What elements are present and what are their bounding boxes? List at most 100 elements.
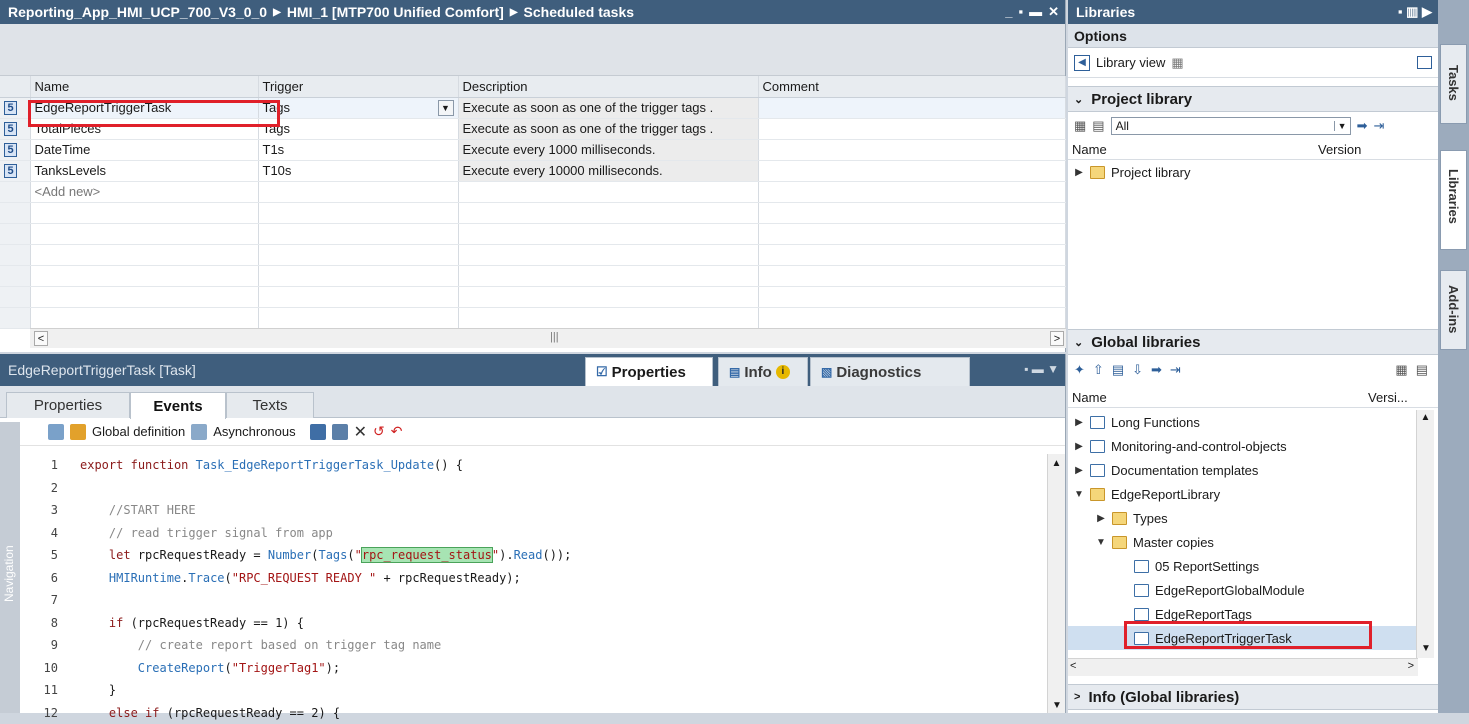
tree-vertical-scrollbar[interactable]: ▲ ▼ [1416, 410, 1434, 658]
expand-icon[interactable]: ▶ [1096, 513, 1106, 524]
side-tab-tasks[interactable]: Tasks [1440, 44, 1467, 124]
code-line[interactable]: 11 } [40, 679, 1030, 702]
code-text[interactable]: } [80, 683, 116, 697]
expand-icon[interactable]: ▼ [1096, 537, 1106, 548]
library-properties-icon[interactable]: ▦ [1074, 118, 1086, 134]
subtab-events[interactable]: Events [130, 392, 226, 419]
scroll-right-icon[interactable]: > [1050, 331, 1064, 346]
scroll-up-icon[interactable]: ▲ [1417, 410, 1434, 423]
close-icon[interactable]: ✕ [1048, 4, 1059, 20]
library-properties-icon[interactable]: ▦ [1395, 362, 1407, 378]
breakpoint-icon[interactable]: ↺ [373, 423, 385, 440]
tree-item[interactable]: ▶Types [1068, 506, 1418, 530]
expand-icon[interactable]: ▶ [1074, 465, 1084, 476]
code-text[interactable]: // read trigger signal from app [80, 526, 333, 540]
navigation-strip[interactable]: Navigation [0, 422, 20, 713]
code-text[interactable]: export function Task_EdgeReportTriggerTa… [80, 458, 463, 472]
open-window-icon[interactable] [1417, 56, 1432, 69]
import-icon[interactable] [48, 424, 64, 440]
row-header[interactable]: 5 [0, 97, 30, 118]
tree-item[interactable]: ▶Long Functions [1068, 410, 1418, 434]
filter-select[interactable]: All ▼ [1111, 117, 1351, 135]
row-header[interactable]: 5 [0, 139, 30, 160]
code-line[interactable]: 9 // create report based on trigger tag … [40, 634, 1030, 657]
table-row[interactable]: 5 TanksLevels T10s Execute every 10000 m… [0, 160, 1066, 181]
scroll-thumb-grip-icon[interactable]: ||| [550, 331, 559, 343]
add-new-cell[interactable]: <Add new> [30, 181, 258, 202]
scroll-left-icon[interactable]: < [34, 331, 48, 346]
tree-horizontal-scrollbar[interactable]: < > [1068, 658, 1418, 676]
task-trigger-cell[interactable]: Tags [258, 118, 458, 139]
global-libraries-header[interactable]: ⌄ Global libraries [1068, 329, 1438, 355]
expand-icon[interactable]: ▶ [1074, 417, 1084, 428]
code-text[interactable]: let rpcRequestReady = Number(Tags("rpc_r… [80, 548, 571, 562]
code-line[interactable]: 3 //START HERE [40, 499, 1030, 522]
float-window-icon[interactable]: ▪ [1018, 4, 1023, 20]
code-line[interactable]: 2 [40, 477, 1030, 500]
tree-item[interactable]: ▶Monitoring-and-control-objects [1068, 434, 1418, 458]
code-text[interactable]: //START HERE [80, 503, 196, 517]
task-comment-cell[interactable] [758, 139, 1066, 160]
details-view-icon[interactable]: ▤ [1092, 118, 1104, 134]
libraries-window-buttons-icon[interactable]: ▪ ▥ ▶ [1398, 4, 1438, 20]
task-description-cell[interactable]: Execute every 10000 milliseconds. [458, 160, 758, 181]
breadcrumb-page[interactable]: Scheduled tasks [524, 4, 635, 20]
column-header-version[interactable]: Version [1318, 142, 1361, 157]
code-line[interactable]: 5 let rpcRequestReady = Number(Tags("rpc… [40, 544, 1030, 567]
code-text[interactable]: CreateReport("TriggerTag1"); [80, 661, 340, 675]
tree-item-project-library[interactable]: ▶ Project library [1068, 160, 1438, 184]
code-text[interactable]: HMIRuntime.Trace("RPC_REQUEST READY " + … [80, 571, 521, 585]
project-library-header[interactable]: ⌄ Project library [1068, 86, 1438, 112]
column-header-description[interactable]: Description [458, 76, 758, 97]
table-row[interactable]: 5 DateTime T1s Execute every 1000 millis… [0, 139, 1066, 160]
tree-item[interactable]: EdgeReportGlobalModule [1068, 578, 1418, 602]
dropdown-arrow-icon[interactable]: ▼ [438, 100, 454, 116]
task-description-cell[interactable]: Execute as soon as one of the trigger ta… [458, 118, 758, 139]
harmonize-library-icon[interactable]: ⇥ [1170, 362, 1181, 378]
tree-item[interactable]: ▼Master copies [1068, 530, 1418, 554]
tree-item[interactable]: ▼EdgeReportLibrary [1068, 482, 1418, 506]
asynchronous-icon[interactable] [191, 424, 207, 440]
global-definition-label[interactable]: Global definition [92, 424, 185, 439]
task-trigger-cell[interactable]: T10s [258, 160, 458, 181]
row-header[interactable]: 5 [0, 118, 30, 139]
details-view-icon[interactable]: ▤ [1416, 362, 1428, 378]
global-definition-icon[interactable] [70, 424, 86, 440]
task-description-cell[interactable]: Execute every 1000 milliseconds. [458, 139, 758, 160]
update-library-icon[interactable]: ➡ [1151, 362, 1162, 378]
code-line[interactable]: 6 HMIRuntime.Trace("RPC_REQUEST READY " … [40, 567, 1030, 590]
task-name-cell[interactable]: DateTime [30, 139, 258, 160]
expand-icon[interactable]: ▶ [1074, 441, 1084, 452]
update-icon[interactable]: ➡ [1357, 118, 1368, 134]
side-tab-addins[interactable]: Add-ins [1440, 270, 1467, 350]
task-trigger-cell[interactable]: T1s [258, 139, 458, 160]
code-editor[interactable]: 1export function Task_EdgeReportTriggerT… [40, 454, 1030, 724]
task-name-cell[interactable]: TanksLevels [30, 160, 258, 181]
add-new-row[interactable]: <Add new> [0, 181, 1066, 202]
scroll-left-icon[interactable]: < [1070, 660, 1076, 672]
save-library-icon[interactable]: ▤ [1112, 362, 1124, 378]
library-view-settings-icon[interactable]: ▦ [1171, 55, 1183, 71]
tree-item[interactable]: ▶Documentation templates [1068, 458, 1418, 482]
tree-item[interactable]: ▶Common data [1068, 650, 1418, 656]
insert-icon[interactable] [332, 424, 348, 440]
breadcrumb-project[interactable]: Reporting_App_HMI_UCP_700_V3_0_0 [8, 4, 267, 20]
open-library-icon[interactable]: ⇧ [1093, 362, 1104, 378]
column-header-trigger[interactable]: Trigger [258, 76, 458, 97]
horizontal-scrollbar[interactable]: < ||| > [30, 328, 1066, 348]
code-line[interactable]: 10 CreateReport("TriggerTag1"); [40, 657, 1030, 680]
harmonize-icon[interactable]: ⇥ [1374, 118, 1385, 134]
tree-item[interactable]: 05 ReportSettings [1068, 554, 1418, 578]
chevron-down-icon[interactable]: ▼ [1334, 121, 1350, 131]
new-library-icon[interactable]: ✦ [1074, 362, 1085, 378]
scroll-up-icon[interactable]: ▲ [1048, 454, 1065, 469]
column-header-name[interactable]: Name [30, 76, 258, 97]
column-header-version[interactable]: Versi... [1368, 390, 1408, 405]
row-header[interactable]: 5 [0, 160, 30, 181]
tab-diagnostics[interactable]: ▧ Diagnostics [810, 357, 970, 386]
task-trigger-cell[interactable]: Tags▼ [258, 97, 458, 118]
expand-icon[interactable]: ▶ [1074, 167, 1084, 178]
asynchronous-label[interactable]: Asynchronous [213, 424, 295, 439]
task-comment-cell[interactable] [758, 97, 1066, 118]
code-line[interactable]: 4 // read trigger signal from app [40, 522, 1030, 545]
